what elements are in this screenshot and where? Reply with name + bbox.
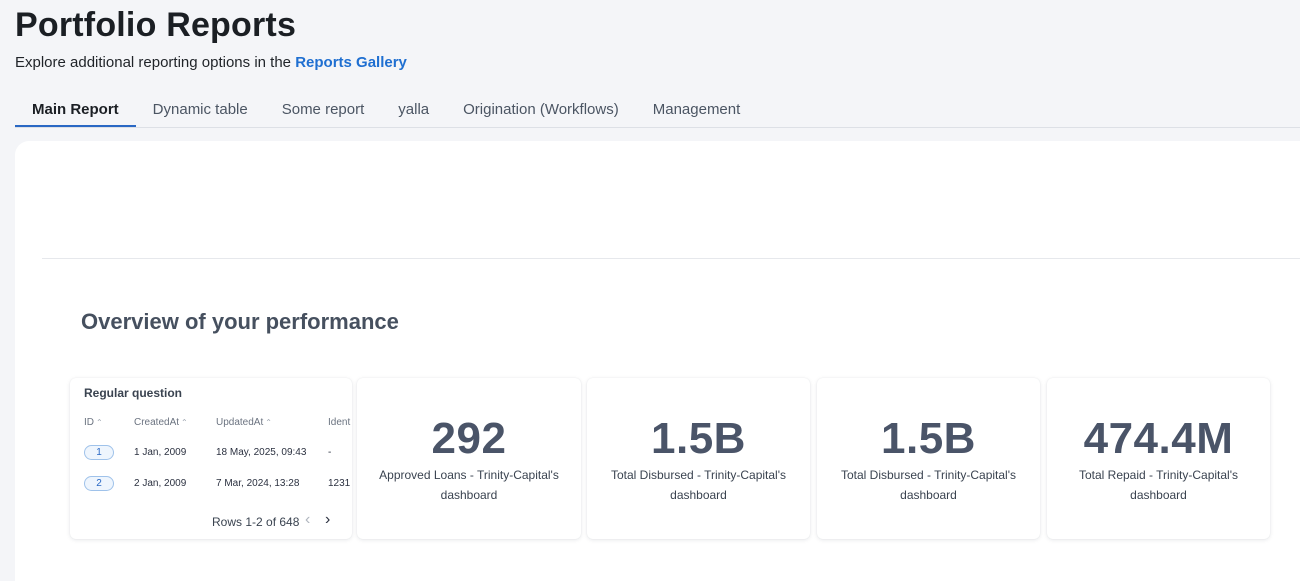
tab-origination-workflows[interactable]: Origination (Workflows): [446, 96, 636, 127]
pagination-label: Rows 1-2 of 648: [212, 515, 300, 529]
subtitle-text: Explore additional reporting options in …: [15, 54, 296, 71]
tab-dynamic-table[interactable]: Dynamic table: [136, 96, 265, 127]
reports-gallery-link[interactable]: Reports Gallery: [295, 54, 407, 71]
scalar-value: 1.5B: [881, 414, 976, 463]
cell-ident: 1231: [328, 478, 351, 489]
cell-updatedat: 7 Mar, 2024, 13:28: [216, 478, 300, 489]
column-header-updatedat[interactable]: UpdatedAt ⌃: [216, 417, 272, 428]
row-id-pill[interactable]: 1: [84, 445, 114, 460]
dashboard-panel: Overview of your performance Regular que…: [15, 141, 1300, 581]
report-tabs: Main Report Dynamic table Some report ya…: [15, 96, 1300, 128]
cell-ident: -: [328, 447, 332, 458]
scalar-card-total-disbursed[interactable]: 1.5B Total Disbursed - Trinity-Capital's…: [587, 378, 810, 539]
scalar-value: 1.5B: [651, 414, 746, 463]
chevron-left-icon[interactable]: ‹: [305, 511, 310, 529]
column-header-id[interactable]: ID ⌃: [84, 417, 103, 428]
section-divider: [42, 258, 1300, 259]
column-header-ident[interactable]: Ident: [328, 417, 350, 428]
page-title: Portfolio Reports: [15, 6, 297, 44]
sort-up-icon: ⌃: [265, 418, 272, 427]
overview-title: Overview of your performance: [81, 309, 399, 334]
scalar-value: 474.4M: [1083, 414, 1234, 463]
tab-some-report[interactable]: Some report: [265, 96, 382, 127]
row-id-pill[interactable]: 2: [84, 476, 114, 491]
scalar-card-approved-loans[interactable]: 292 Approved Loans - Trinity-Capital's d…: [357, 378, 581, 539]
regular-question-card[interactable]: Regular question ID ⌃ CreatedAt ⌃ UpdatedA…: [70, 378, 352, 539]
tab-yalla[interactable]: yalla: [381, 96, 446, 127]
column-header-createdat[interactable]: CreatedAt ⌃: [134, 417, 188, 428]
scalar-card-total-repaid[interactable]: 474.4M Total Repaid - Trinity-Capital's …: [1047, 378, 1270, 539]
scalar-value: 292: [431, 414, 507, 463]
sort-up-icon: ⌃: [96, 418, 103, 427]
scalar-label[interactable]: Approved Loans - Trinity-Capital's dashb…: [371, 465, 567, 505]
cell-createdat: 2 Jan, 2009: [134, 478, 187, 489]
scalar-card-total-disbursed[interactable]: 1.5B Total Disbursed - Trinity-Capital's…: [817, 378, 1040, 539]
cell-createdat: 1 Jan, 2009: [134, 447, 187, 458]
chevron-right-icon[interactable]: ›: [325, 511, 330, 529]
sort-up-icon: ⌃: [181, 418, 188, 427]
tab-management[interactable]: Management: [636, 96, 758, 127]
tab-main-report[interactable]: Main Report: [15, 96, 136, 127]
table-card-title[interactable]: Regular question: [84, 386, 182, 400]
scalar-label[interactable]: Total Disbursed - Trinity-Capital's dash…: [831, 465, 1026, 505]
cell-updatedat: 18 May, 2025, 09:43: [216, 447, 307, 458]
scalar-label[interactable]: Total Repaid - Trinity-Capital's dashboa…: [1061, 465, 1256, 505]
page-subtitle: Explore additional reporting options in …: [15, 54, 407, 71]
scalar-label[interactable]: Total Disbursed - Trinity-Capital's dash…: [601, 465, 796, 505]
